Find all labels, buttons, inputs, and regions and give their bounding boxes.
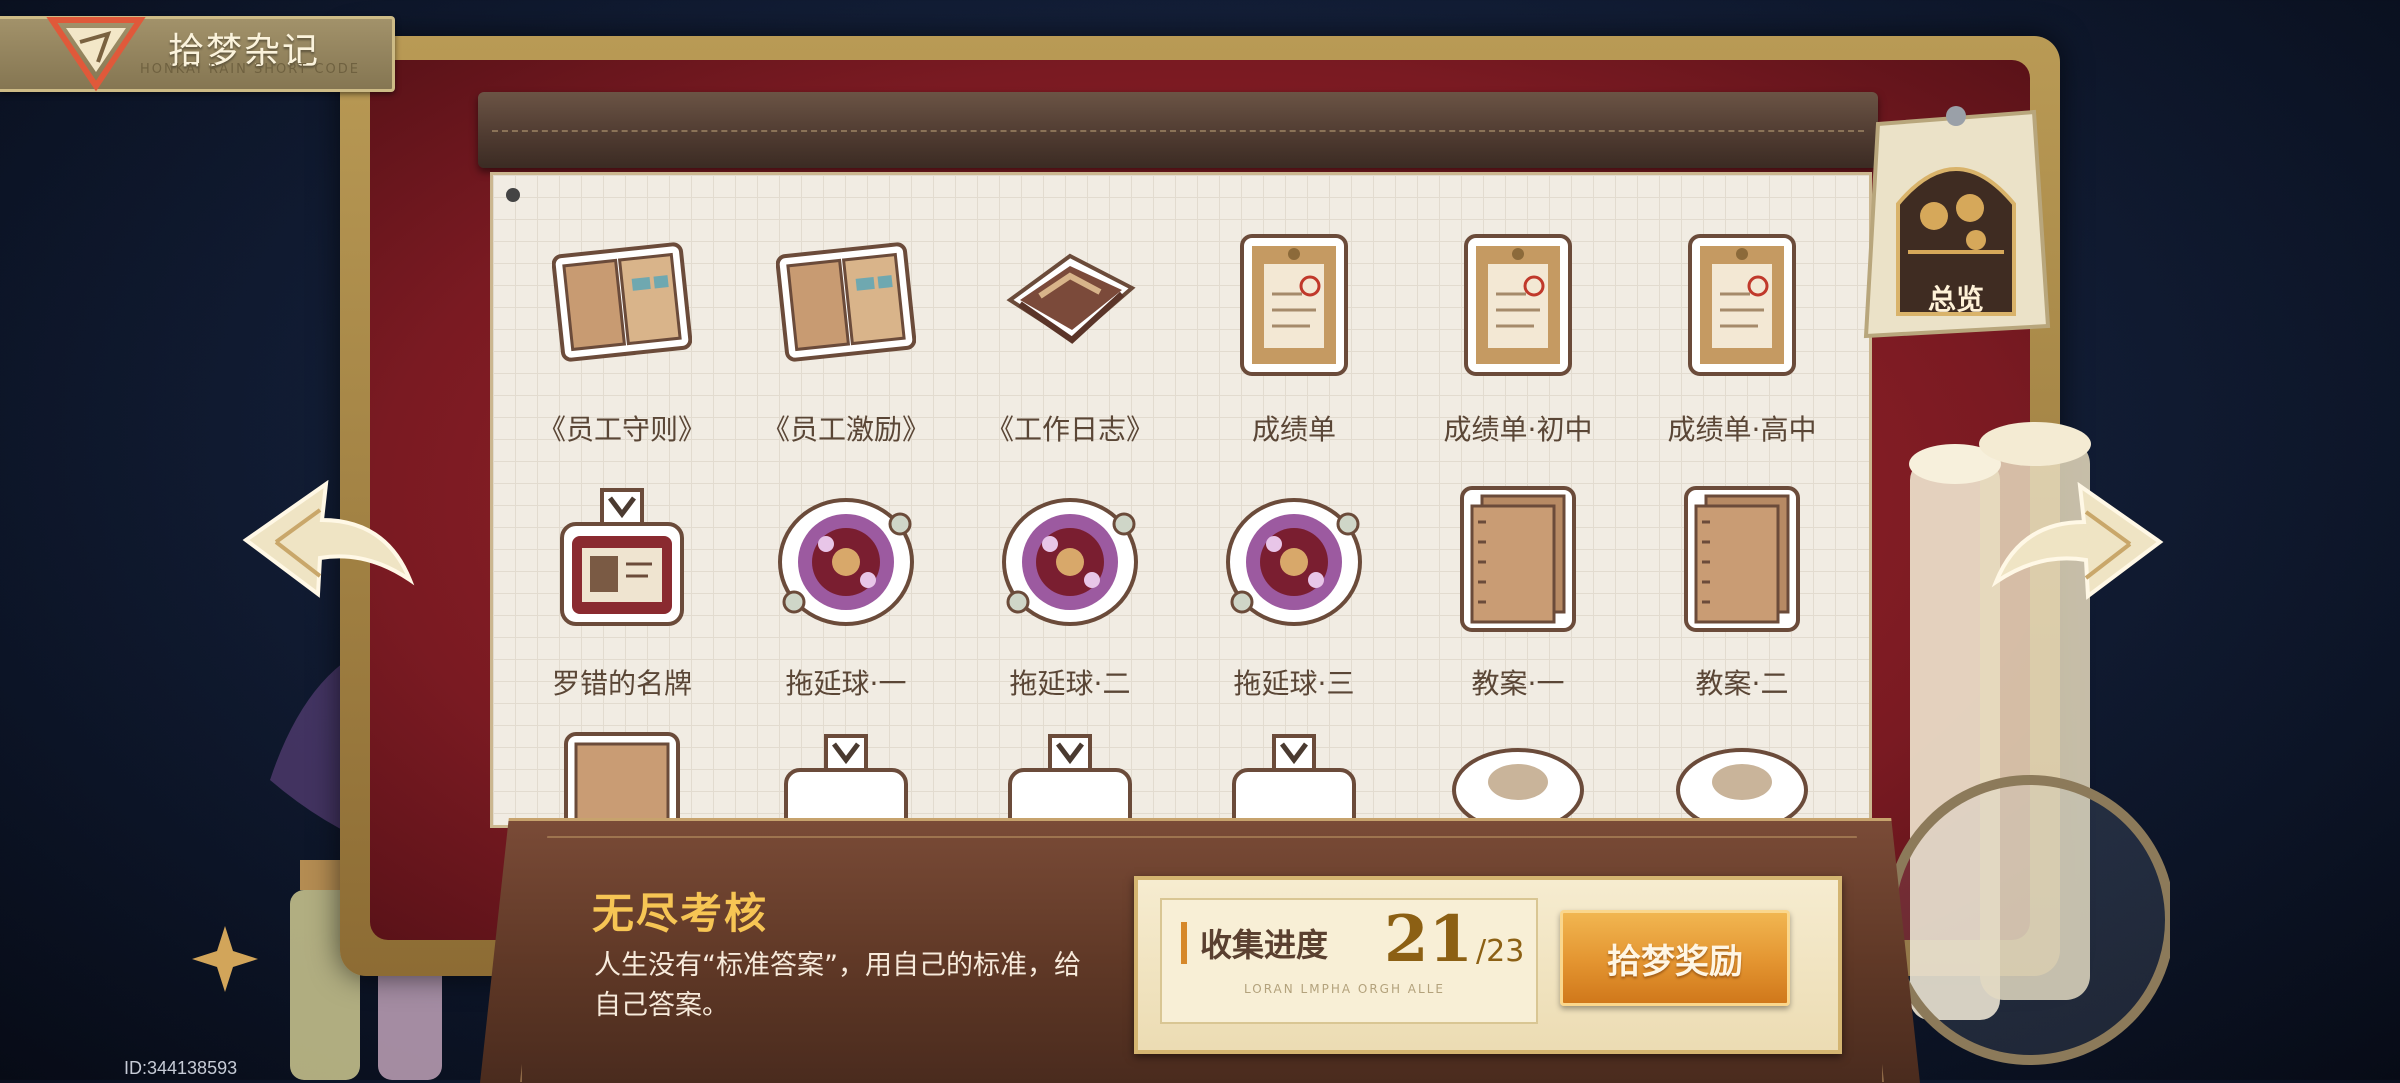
open-manual-icon xyxy=(776,242,916,362)
item-label: 拖延球·一 xyxy=(785,667,907,700)
work-log-book-icon xyxy=(1006,253,1136,344)
collection-item[interactable]: 《员工激励》 xyxy=(734,230,958,480)
progress-accent-bar xyxy=(1181,922,1187,964)
progress-decorative-text: LORAN LMPHA ORGH ALLE xyxy=(1244,982,1445,996)
item-label: 教案·一 xyxy=(1471,667,1565,700)
user-id: ID:344138593 xyxy=(124,1058,238,1078)
item-label: 《员工守则》 xyxy=(537,413,706,446)
collection-item[interactable] xyxy=(1630,730,1854,830)
item-label: 拖延球·三 xyxy=(1233,667,1355,700)
journal-stitch-line xyxy=(492,130,1864,132)
collection-item[interactable]: 《员工守则》 xyxy=(510,230,734,480)
item-label: 成绩单 xyxy=(1251,413,1336,446)
item-label: 成绩单·初中 xyxy=(1443,413,1593,446)
collection-item[interactable]: 教案·二 xyxy=(1630,484,1854,734)
name-badge-icon xyxy=(1232,734,1356,830)
collection-item[interactable] xyxy=(958,730,1182,830)
progress-current: 21 xyxy=(1384,902,1474,977)
lesson-plan-notebook-icon xyxy=(564,732,680,830)
magnifier-decoration xyxy=(1885,775,2170,1065)
page-subtitle: HONKAI RAIN SHORT CODE xyxy=(140,62,360,77)
collection-item[interactable]: 《工作日志》 xyxy=(958,230,1182,480)
item-label: 《工作日志》 xyxy=(985,413,1154,446)
pin-icon xyxy=(506,188,520,202)
item-label: 《员工激励》 xyxy=(761,413,930,446)
item-label: 罗错的名牌 xyxy=(551,667,692,700)
name-badge-icon xyxy=(1008,734,1132,830)
lesson-plan-notebook-icon xyxy=(1460,486,1576,632)
overview-label: 总览 xyxy=(1927,283,1984,316)
star-decoration xyxy=(192,926,258,992)
collection-item[interactable] xyxy=(1406,730,1630,830)
item-label: 成绩单·高中 xyxy=(1667,413,1817,446)
procrastination-ball-icon xyxy=(1002,498,1138,626)
report-card-envelope-icon xyxy=(1464,234,1572,376)
lesson-plan-notebook-icon xyxy=(1684,486,1800,632)
report-card-envelope-icon xyxy=(1240,234,1348,376)
collection-title: 无尽考核 xyxy=(592,889,769,938)
back-triangle-logo-icon[interactable] xyxy=(46,12,146,92)
name-badge-icon xyxy=(560,488,684,626)
procrastination-ball-icon xyxy=(778,498,914,626)
report-card-envelope-icon xyxy=(1688,234,1796,376)
collection-item[interactable]: 拖延球·三 xyxy=(1182,484,1406,734)
procrastination-ball-icon xyxy=(1226,498,1362,626)
collection-item[interactable]: 罗错的名牌 xyxy=(510,484,734,734)
next-page-arrow-icon[interactable] xyxy=(1990,482,2170,622)
collection-item[interactable]: 成绩单·初中 xyxy=(1406,230,1630,480)
open-manual-icon xyxy=(552,242,692,362)
collection-item[interactable] xyxy=(734,730,958,830)
collection-item[interactable]: 成绩单·高中 xyxy=(1630,230,1854,480)
reward-button[interactable]: 拾梦奖励 xyxy=(1560,910,1790,1006)
collection-item[interactable] xyxy=(510,730,734,830)
item-label: 教案·二 xyxy=(1695,667,1789,700)
mushroom-icon xyxy=(1452,748,1584,830)
previous-page-arrow-icon[interactable] xyxy=(236,480,416,620)
collection-item[interactable]: 教案·一 xyxy=(1406,484,1630,734)
item-label: 拖延球·二 xyxy=(1009,667,1131,700)
mushroom-icon xyxy=(1676,748,1808,830)
collection-item[interactable]: 成绩单 xyxy=(1182,230,1406,480)
progress-label: 收集进度 xyxy=(1200,926,1329,964)
collection-description: 人生没有“标准答案”，用自己的标准，给自己答案。 xyxy=(594,950,1081,1021)
collection-item[interactable]: 拖延球·一 xyxy=(734,484,958,734)
progress-total: /23 xyxy=(1476,934,1525,969)
collection-item[interactable]: 拖延球·二 xyxy=(958,484,1182,734)
collection-item[interactable] xyxy=(1182,730,1406,830)
name-badge-icon xyxy=(784,734,908,830)
